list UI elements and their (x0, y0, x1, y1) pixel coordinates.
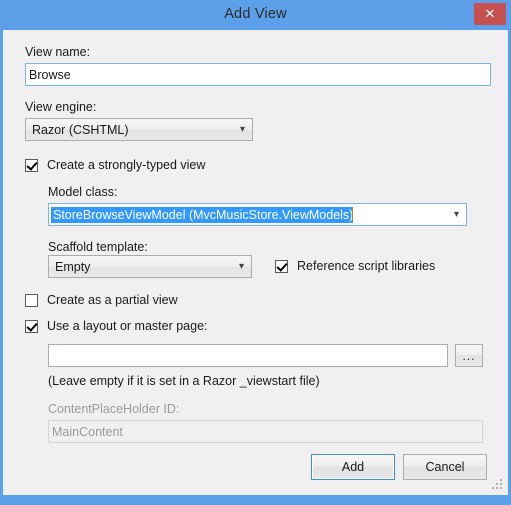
add-view-dialog-window: Add View ✕ View name: View engine: Razor… (0, 0, 511, 505)
strongly-typed-checkbox[interactable]: Create a strongly-typed view (25, 158, 205, 172)
scaffold-template-label: Scaffold template: (48, 240, 148, 254)
view-engine-label: View engine: (25, 100, 97, 114)
model-class-label: Model class: (48, 185, 118, 199)
checkbox-indicator-checked (25, 158, 38, 172)
scaffold-template-value: Empty (55, 260, 91, 274)
resize-grip[interactable] (492, 479, 504, 491)
text-caret (352, 208, 354, 221)
reference-scripts-checkbox[interactable]: Reference script libraries (275, 259, 435, 273)
dialog-form: View name: View engine: Razor (CSHTML) ▾… (3, 30, 508, 444)
use-layout-checkbox[interactable]: Use a layout or master page: (25, 319, 208, 333)
scaffold-template-dropdown[interactable]: Empty ▾ (48, 255, 252, 278)
layout-browse-button[interactable]: ... (455, 344, 483, 367)
checkbox-indicator-checked (275, 259, 288, 273)
model-class-value: StoreBrowseViewModel (MvcMusicStore.View… (51, 207, 354, 223)
view-engine-value: Razor (CSHTML) (32, 123, 129, 137)
model-class-value-wrap: StoreBrowseViewModel (MvcMusicStore.View… (51, 204, 444, 225)
dialog-client-area: View name: View engine: Razor (CSHTML) ▾… (3, 30, 508, 495)
chevron-down-icon: ▾ (239, 124, 245, 135)
dialog-title: Add View (224, 6, 287, 22)
partial-view-checkbox[interactable]: Create as a partial view (25, 293, 178, 307)
layout-hint-text: (Leave empty if it is set in a Razor _vi… (48, 374, 320, 388)
model-class-dropdown[interactable]: StoreBrowseViewModel (MvcMusicStore.View… (48, 203, 467, 226)
chevron-down-icon: ▾ (238, 261, 244, 272)
layout-path-input[interactable] (48, 344, 448, 367)
title-bar: Add View ✕ (0, 0, 511, 30)
content-placeholder-input (48, 420, 483, 443)
reference-scripts-label: Reference script libraries (297, 259, 436, 273)
dialog-footer: Add Cancel (3, 444, 508, 495)
view-name-input[interactable] (25, 63, 491, 86)
checkbox-indicator-unchecked (25, 293, 38, 307)
content-placeholder-label: ContentPlaceHolder ID: (48, 402, 180, 416)
cancel-button[interactable]: Cancel (403, 454, 487, 480)
use-layout-label: Use a layout or master page: (47, 319, 208, 333)
view-name-label: View name: (25, 45, 91, 59)
strongly-typed-label: Create a strongly-typed view (47, 158, 206, 172)
chevron-down-icon: ▾ (453, 209, 459, 220)
checkbox-indicator-checked (25, 319, 38, 333)
close-icon[interactable]: ✕ (474, 3, 506, 25)
view-engine-dropdown[interactable]: Razor (CSHTML) ▾ (25, 118, 253, 141)
partial-view-label: Create as a partial view (47, 293, 178, 307)
add-button[interactable]: Add (311, 454, 395, 480)
